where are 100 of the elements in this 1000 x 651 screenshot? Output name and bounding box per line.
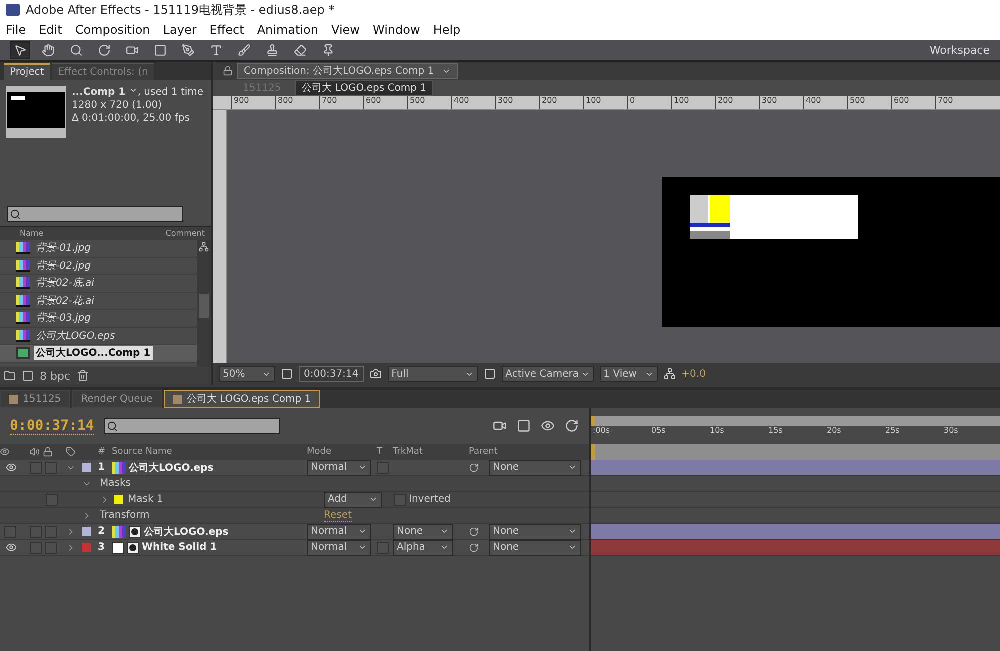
hand-tool-icon[interactable] <box>42 44 54 56</box>
solo-toggle[interactable] <box>30 462 42 474</box>
caret-icon[interactable] <box>568 463 577 472</box>
parent-dropdown[interactable]: None <box>489 540 581 556</box>
project-item[interactable]: 背景02-花.ai <box>0 292 197 310</box>
rotate-tool-icon[interactable] <box>98 44 110 56</box>
ruler-label: 500 <box>847 96 891 109</box>
reset-link[interactable]: Reset <box>324 510 352 522</box>
brush-tool-icon[interactable] <box>238 44 250 56</box>
rectangle-tool-icon[interactable] <box>154 44 166 56</box>
menu-item[interactable]: Edit <box>39 23 62 37</box>
lock-toggle[interactable] <box>45 462 57 474</box>
menu-item[interactable]: View <box>332 23 360 37</box>
stamp-tool-icon[interactable] <box>266 44 278 56</box>
project-item[interactable]: 背景02-底.ai <box>0 275 197 292</box>
camera-dropdown[interactable]: Active Camera <box>502 366 594 382</box>
resolution-dropdown[interactable]: Full <box>388 366 478 382</box>
mode-dropdown[interactable]: Normal <box>307 540 371 556</box>
solo-toggle[interactable] <box>30 542 42 554</box>
menu-item[interactable]: Layer <box>163 23 197 37</box>
preserve-transparency-checkbox[interactable] <box>377 462 389 474</box>
search-field[interactable] <box>7 206 183 222</box>
composition-tab[interactable]: Composition: 公司大LOGO.eps Comp 1 <box>237 63 458 79</box>
footage-icon <box>16 312 30 324</box>
parent-dropdown[interactable]: None <box>489 524 581 540</box>
column-header: Mode <box>307 447 332 457</box>
item-name: ...Comp 1 <box>72 87 126 98</box>
menu-item[interactable]: File <box>6 23 26 37</box>
footage-icon <box>16 242 30 254</box>
zoom-tool-icon[interactable] <box>70 44 82 56</box>
flowchart-icon[interactable] <box>664 368 676 380</box>
footage-icon <box>16 294 30 307</box>
bit-depth-toggle[interactable]: 8 bpc <box>40 370 71 382</box>
comp-thumbnail <box>6 86 66 138</box>
scrollbar-thumb[interactable] <box>199 294 209 318</box>
current-time-field[interactable]: 0:00:37:14 <box>299 366 364 382</box>
eraser-tool-icon[interactable] <box>294 44 306 56</box>
hierarchy-icon[interactable] <box>199 242 209 252</box>
project-item[interactable]: 背景-01.jpg <box>0 240 197 258</box>
search-field[interactable] <box>104 418 280 434</box>
column-header: TrkMat <box>393 447 423 457</box>
visibility-toggle[interactable] <box>4 526 16 538</box>
menu-item[interactable]: Help <box>433 23 461 37</box>
project-item[interactable]: 背景-02.jpg <box>0 258 197 275</box>
panel-tab[interactable]: Effect Controls: (n <box>52 63 154 80</box>
timeline-tab[interactable]: 151125 <box>0 390 70 408</box>
track-matte-dropdown[interactable]: Alpha <box>393 540 453 556</box>
selection-tool-icon[interactable] <box>14 44 26 56</box>
ruler-label: 100 <box>583 96 627 109</box>
timeline-tab[interactable]: Render Queue <box>72 390 162 408</box>
lock-toggle[interactable] <box>45 526 57 538</box>
dropdown-caret-icon[interactable] <box>128 86 138 95</box>
window-title: Adobe After Effects - 151119电视背景 - edius8.aep * <box>26 2 335 18</box>
project-item[interactable]: 背景-03.jpg <box>0 310 197 328</box>
caret-icon[interactable] <box>358 463 367 472</box>
timeline-tab[interactable]: 公司大 LOGO.eps Comp 1 <box>164 390 320 408</box>
new-folder-icon[interactable] <box>4 370 16 382</box>
menu-item[interactable]: Animation <box>257 23 318 37</box>
lock-icon <box>223 66 233 76</box>
current-time-display[interactable]: 0:00:37:14 <box>10 418 94 434</box>
camera-tool-icon[interactable] <box>126 44 138 56</box>
scrollbar[interactable] <box>197 240 211 367</box>
project-item[interactable]: 公司大LOGO.eps <box>0 328 197 345</box>
mode-dropdown[interactable]: Normal <box>307 524 371 540</box>
zoom-dropdown[interactable]: 50% <box>219 366 275 382</box>
footage-icon <box>112 462 126 474</box>
visibility-eye-icon[interactable] <box>6 542 17 553</box>
comp-size: 1280 x 720 (1.00) <box>72 99 164 112</box>
visibility-eye-icon[interactable] <box>6 462 17 473</box>
pin-tool-icon[interactable] <box>322 44 334 56</box>
menu-item[interactable]: Effect <box>210 23 244 37</box>
mode-dropdown[interactable]: Normal <box>307 460 371 476</box>
preserve-transparency-checkbox[interactable] <box>377 542 389 554</box>
panel-tab[interactable]: Project <box>4 63 50 80</box>
pen-tool-icon[interactable] <box>182 44 194 56</box>
snapshot-icon[interactable] <box>370 368 382 380</box>
mask-mode-dropdown[interactable]: Add <box>324 492 382 508</box>
column-header: Comment <box>166 229 206 238</box>
delete-icon[interactable] <box>76 370 89 382</box>
time-ruler-label: 05s <box>652 426 667 437</box>
ruler-label: 100 <box>671 96 715 109</box>
ruler-label: 600 <box>891 96 935 109</box>
breadcrumb[interactable]: 公司大 LOGO.eps Comp 1 <box>295 80 434 96</box>
solo-toggle[interactable] <box>30 526 42 538</box>
exposure-value[interactable]: +0.0 <box>682 368 706 380</box>
view-layout-dropdown[interactable]: 1 View <box>600 366 658 382</box>
property-group-name: Masks <box>100 478 131 489</box>
composition-icon <box>16 347 30 360</box>
time-ruler-label: 15s <box>768 426 784 437</box>
track-matte-dropdown[interactable]: None <box>393 524 453 540</box>
project-item[interactable]: 公司大LOGO...Comp 1 <box>0 345 197 362</box>
workspace-menu[interactable]: Workspace <box>930 44 990 56</box>
menu-item[interactable]: Composition <box>75 23 150 37</box>
mask-lock-toggle[interactable] <box>46 494 58 506</box>
parent-dropdown[interactable]: None <box>489 460 581 476</box>
lock-toggle[interactable] <box>45 542 57 554</box>
inverted-checkbox[interactable] <box>394 494 406 506</box>
text-tool-icon[interactable] <box>210 44 222 56</box>
caret-icon[interactable] <box>369 495 378 504</box>
menu-item[interactable]: Window <box>372 23 420 37</box>
